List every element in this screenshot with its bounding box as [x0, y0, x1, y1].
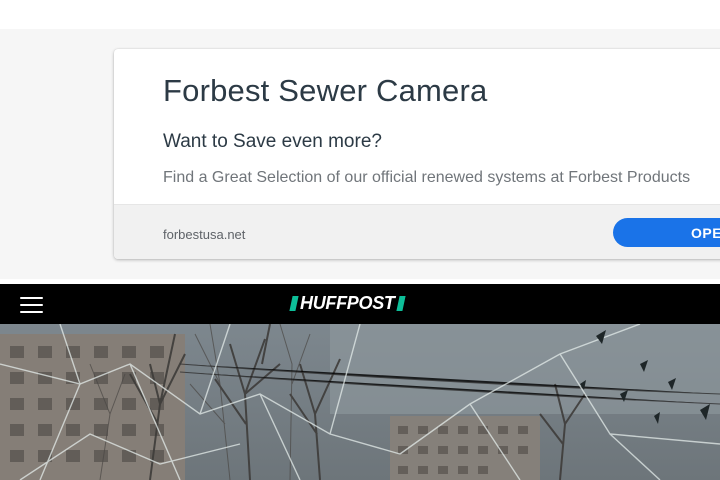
huffpost-logo[interactable]: HUFFPOST [289, 293, 406, 313]
shattered-glass-photo [0, 324, 720, 480]
ad-url[interactable]: forbestusa.net [163, 227, 245, 242]
hero-image[interactable] [0, 324, 720, 480]
logo-text: HUFFPOST [300, 293, 395, 313]
hamburger-menu-icon[interactable] [20, 296, 44, 314]
ad-open-button[interactable]: OPEN [613, 218, 720, 247]
building-right [390, 416, 540, 480]
ad-subtitle: Want to Save even more? [163, 131, 382, 152]
ad-card[interactable]: Forbest Sewer Camera Want to Save even m… [114, 49, 720, 259]
ad-container: Forbest Sewer Camera Want to Save even m… [0, 29, 720, 279]
site-header: HUFFPOST [0, 284, 720, 324]
ad-description: Find a Great Selection of our official r… [163, 169, 691, 186]
ad-footer: forbestusa.net OPEN [114, 204, 720, 259]
top-spacer [0, 0, 720, 29]
logo-left-bar [289, 295, 299, 311]
logo-right-bar [396, 295, 406, 311]
ad-title[interactable]: Forbest Sewer Camera [163, 73, 487, 109]
